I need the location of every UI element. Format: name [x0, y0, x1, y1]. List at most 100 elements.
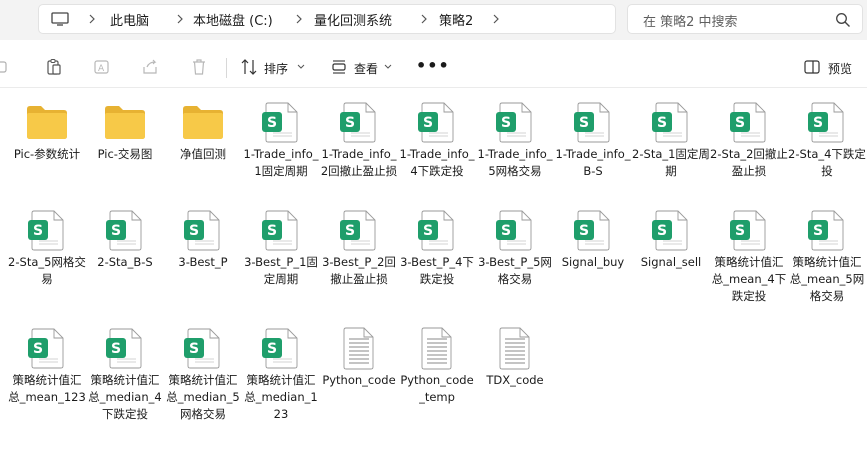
file-item[interactable]: S 策略统计值汇总_mean_5网格交易 — [788, 202, 866, 306]
file-item[interactable]: S 2-Sta_5网格交易 — [8, 202, 86, 306]
file-name: 策略统计值汇总_median_5网格交易 — [166, 373, 240, 421]
file-item[interactable]: S 3-Best_P_5网格交易 — [476, 202, 554, 306]
svg-text:S: S — [657, 115, 667, 131]
search-placeholder: 在 策略2 中搜索 — [643, 15, 738, 30]
sort-icon[interactable] — [240, 58, 258, 76]
file-name: Pic-交易图 — [97, 147, 153, 161]
text-file-icon — [421, 327, 452, 370]
svg-text:S: S — [111, 341, 121, 357]
file-name: 3-Best_P — [178, 255, 228, 269]
file-item[interactable]: S 3-Best_P — [164, 202, 242, 306]
cut-icon[interactable] — [0, 58, 12, 76]
preview-button[interactable]: 预览 — [828, 60, 852, 77]
sort-button[interactable]: 排序 — [264, 60, 288, 77]
breadcrumb-strategy2[interactable]: 策略2 — [439, 10, 473, 29]
view-button[interactable]: 查看 — [354, 60, 378, 77]
file-name: 1-Trade_info_B-S — [555, 147, 631, 178]
file-name: Signal_buy — [561, 255, 625, 269]
delete-icon[interactable] — [190, 58, 208, 76]
chevron-down-icon — [297, 64, 305, 69]
file-name: 2-Sta_4下跌定投 — [788, 147, 866, 178]
spreadsheet-file-icon: S — [808, 210, 844, 251]
file-item[interactable]: Pic-参数统计 — [8, 94, 86, 198]
file-item[interactable]: S 1-Trade_info_B-S — [554, 94, 632, 198]
svg-text:S: S — [813, 115, 823, 131]
folder-icon — [27, 106, 67, 139]
file-item[interactable]: S 1-Trade_info_5网格交易 — [476, 94, 554, 198]
file-item[interactable]: S Signal_sell — [632, 202, 710, 306]
share-icon[interactable] — [141, 58, 159, 76]
file-item[interactable]: S 3-Best_P_1固定周期 — [242, 202, 320, 306]
spreadsheet-file-icon: S — [262, 328, 298, 369]
spreadsheet-file-icon: S — [574, 210, 610, 251]
file-item[interactable]: TDX_code — [476, 320, 554, 424]
more-options-button[interactable]: ••• — [416, 56, 450, 75]
file-item[interactable]: S 2-Sta_2回撤止盈止损 — [710, 94, 788, 198]
svg-text:S: S — [111, 223, 121, 239]
address-bar[interactable]: 此电脑 本地磁盘 (C:) 量化回测系统 策略2 — [38, 4, 616, 34]
file-name: 3-Best_P_4下跌定投 — [400, 255, 474, 286]
file-name: 2-Sta_2回撤止盈止损 — [710, 147, 788, 178]
file-name: Signal_sell — [640, 255, 702, 269]
svg-text:S: S — [33, 341, 43, 357]
folder-icon — [105, 106, 145, 139]
svg-text:S: S — [579, 223, 589, 239]
file-item[interactable]: S Signal_buy — [554, 202, 632, 306]
svg-text:S: S — [735, 223, 745, 239]
spreadsheet-file-icon: S — [106, 210, 142, 251]
file-name: 策略统计值汇总_median_4下跌定投 — [88, 373, 162, 421]
breadcrumb-quant-system[interactable]: 量化回测系统 — [314, 10, 392, 29]
view-icon[interactable] — [330, 58, 348, 76]
file-item[interactable]: Python_code_temp — [398, 320, 476, 424]
spreadsheet-file-icon: S — [496, 210, 532, 251]
paste-icon[interactable] — [45, 58, 63, 76]
svg-text:S: S — [345, 223, 355, 239]
file-item[interactable]: S 1-Trade_info_4下跌定投 — [398, 94, 476, 198]
file-item[interactable]: S 3-Best_P_2回撤止盈止损 — [320, 202, 398, 306]
file-name: 2-Sta_B-S — [97, 255, 153, 269]
file-item[interactable]: S 策略统计值汇总_median_4下跌定投 — [86, 320, 164, 424]
spreadsheet-file-icon: S — [496, 102, 532, 143]
toolbar-divider — [226, 58, 227, 78]
svg-text:A: A — [98, 64, 105, 74]
rename-icon[interactable]: A — [93, 58, 111, 76]
svg-text:S: S — [501, 223, 511, 239]
file-item[interactable]: S 2-Sta_4下跌定投 — [788, 94, 866, 198]
spreadsheet-file-icon: S — [340, 210, 376, 251]
file-name: 策略统计值汇总_median_123 — [244, 373, 318, 421]
spreadsheet-file-icon: S — [418, 102, 454, 143]
svg-text:S: S — [189, 223, 199, 239]
file-item[interactable]: S 1-Trade_info_2回撤止盈止损 — [320, 94, 398, 198]
chevron-right-icon — [493, 14, 499, 24]
file-item[interactable]: Python_code — [320, 320, 398, 424]
spreadsheet-file-icon: S — [262, 210, 298, 251]
spreadsheet-file-icon: S — [28, 210, 64, 251]
svg-text:S: S — [345, 115, 355, 131]
file-item[interactable]: 净值回测 — [164, 94, 242, 198]
spreadsheet-file-icon: S — [574, 102, 610, 143]
spreadsheet-file-icon: S — [262, 102, 298, 143]
file-item[interactable]: S 2-Sta_1固定周期 — [632, 94, 710, 198]
breadcrumb-local-disk[interactable]: 本地磁盘 (C:) — [193, 10, 273, 29]
file-item[interactable]: S 策略统计值汇总_mean_123 — [8, 320, 86, 424]
file-item[interactable]: S 3-Best_P_4下跌定投 — [398, 202, 476, 306]
file-item[interactable]: Pic-交易图 — [86, 94, 164, 198]
file-item[interactable]: S 2-Sta_B-S — [86, 202, 164, 306]
spreadsheet-file-icon: S — [184, 210, 220, 251]
file-name: 策略统计值汇总_mean_123 — [8, 373, 86, 404]
file-item[interactable]: S 策略统计值汇总_median_5网格交易 — [164, 320, 242, 424]
file-item[interactable]: S 策略统计值汇总_median_123 — [242, 320, 320, 424]
file-name: 3-Best_P_1固定周期 — [244, 255, 318, 286]
svg-text:S: S — [267, 341, 277, 357]
this-pc-icon[interactable] — [51, 12, 69, 26]
breadcrumb-this-pc[interactable]: 此电脑 — [110, 10, 149, 29]
preview-pane-icon[interactable] — [803, 58, 821, 76]
spreadsheet-file-icon: S — [28, 328, 64, 369]
file-item[interactable]: S 1-Trade_info_1固定周期 — [242, 94, 320, 198]
file-item[interactable]: S 策略统计值汇总_mean_4下跌定投 — [710, 202, 788, 306]
spreadsheet-file-icon: S — [340, 102, 376, 143]
file-name: 策略统计值汇总_mean_5网格交易 — [789, 255, 865, 303]
search-input[interactable]: 在 策略2 中搜索 — [627, 4, 863, 34]
file-name: 1-Trade_info_5网格交易 — [477, 147, 553, 178]
file-name: 3-Best_P_5网格交易 — [478, 255, 552, 286]
